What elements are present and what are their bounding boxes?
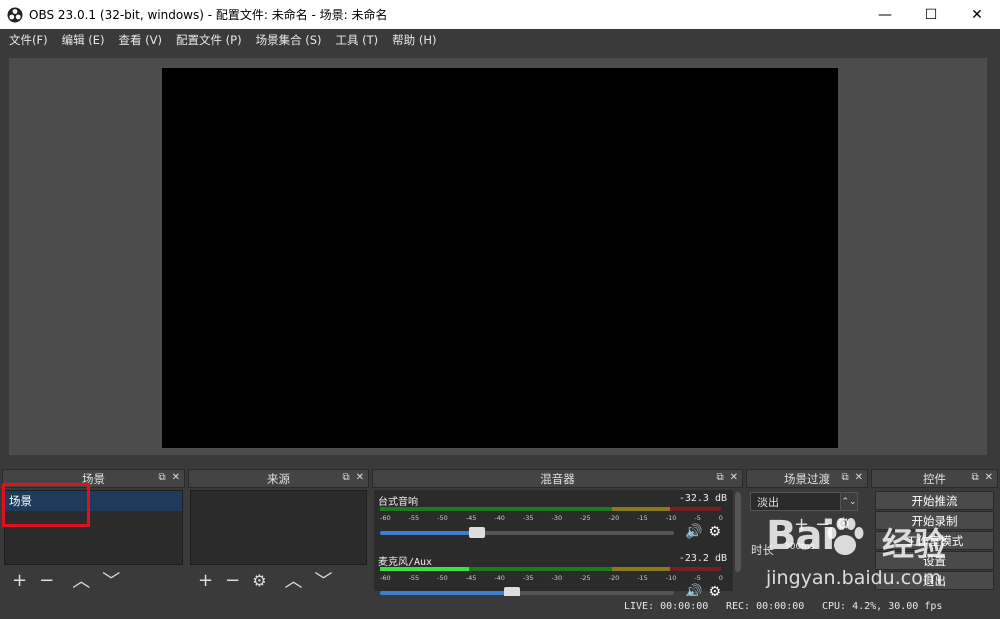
live-status: LIVE: 00:00:00: [624, 601, 709, 612]
remove-icon[interactable]: −: [225, 570, 240, 591]
mixer-scrollbar[interactable]: [735, 492, 741, 572]
channel-name: 台式音响: [378, 497, 418, 508]
meter-ticks: -60 -55 -50 -45 -40 -35 -30 -25 -20 -15 -10 -5 0: [380, 574, 723, 582]
channel-db: -32.3 dB: [678, 493, 727, 504]
close-icon[interactable]: ✕: [985, 472, 993, 483]
sources-toolbar: + − ⚙ ︿ ﹀: [190, 567, 367, 593]
move-down-icon[interactable]: ﹀: [102, 567, 120, 593]
float-icon[interactable]: ⧉: [716, 472, 723, 483]
sources-dock-title: 来源: [267, 471, 290, 486]
audio-meter: [380, 567, 721, 571]
preview-canvas[interactable]: [162, 68, 838, 448]
mixer-dock-title: 混音器: [540, 471, 575, 486]
baidu-watermark: Bai 经验 jingyan.baidu.com: [758, 507, 998, 601]
mixer-dock: 混音器 ⧉ ✕ 台式音响 -32.3 dB -60 -55 -50 -45 -40 -35…: [372, 469, 743, 600]
float-icon[interactable]: ⧉: [841, 472, 848, 483]
gear-icon[interactable]: ⚙: [708, 524, 721, 540]
channel-name: 麦克风/Aux: [378, 557, 433, 568]
volume-fill: [380, 591, 513, 595]
menu-edit[interactable]: 编辑 (E): [57, 32, 110, 48]
menu-view[interactable]: 查看 (V): [114, 32, 168, 48]
close-button[interactable]: ✕: [954, 0, 1000, 29]
close-icon[interactable]: ✕: [730, 472, 738, 483]
mixer-channel: 台式音响 -32.3 dB -60 -55 -50 -45 -40 -35 -30 -25 -2…: [378, 493, 727, 551]
transitions-dock-header: 场景过渡 ⧉ ✕: [746, 469, 868, 488]
minimize-button[interactable]: —: [862, 0, 908, 29]
highlight-annotation: [2, 483, 90, 527]
mixer-dock-header: 混音器 ⧉ ✕: [372, 469, 743, 488]
remove-icon[interactable]: −: [39, 570, 54, 591]
sources-list[interactable]: [190, 490, 367, 565]
title-bar: OBS 23.0.1 (32-bit, windows) - 配置文件: 未命名…: [0, 0, 1000, 29]
volume-slider[interactable]: [380, 527, 674, 538]
rec-status: REC: 00:00:00: [726, 601, 805, 612]
paw-icon: [827, 518, 864, 555]
menu-profile[interactable]: 配置文件 (P): [171, 32, 247, 48]
audio-meter: [380, 507, 721, 511]
controls-dock-header: 控件 ⧉ ✕: [871, 469, 998, 488]
float-icon[interactable]: ⧉: [342, 472, 349, 483]
close-icon[interactable]: ✕: [855, 472, 863, 483]
close-icon[interactable]: ✕: [172, 472, 180, 483]
speaker-icon[interactable]: 🔊: [685, 524, 702, 540]
volume-slider[interactable]: [380, 587, 674, 598]
volume-knob[interactable]: [469, 527, 486, 538]
move-up-icon[interactable]: ︿: [72, 567, 90, 593]
add-icon[interactable]: +: [198, 570, 213, 591]
meter-ticks: -60 -55 -50 -45 -40 -35 -30 -25 -20 -15 -10 -5 0: [380, 514, 723, 522]
sources-dock-header: 来源 ⧉ ✕: [188, 469, 369, 488]
maximize-button[interactable]: ☐: [908, 0, 954, 29]
add-icon[interactable]: +: [12, 570, 27, 591]
move-down-icon[interactable]: ﹀: [315, 567, 333, 593]
menu-bar: 文件(F) 编辑 (E) 查看 (V) 配置文件 (P) 场景集合 (S) 工具…: [0, 29, 1000, 51]
float-icon[interactable]: ⧉: [158, 472, 165, 483]
channel-db: -23.2 dB: [678, 553, 727, 564]
move-up-icon[interactable]: ︿: [285, 567, 303, 593]
watermark-cn: 经验: [882, 525, 947, 563]
menu-tools[interactable]: 工具 (T): [331, 32, 384, 48]
obs-logo-icon: [7, 7, 23, 22]
gear-icon[interactable]: ⚙: [252, 571, 266, 590]
cpu-status: CPU: 4.2%, 30.00 fps: [822, 601, 943, 612]
transitions-dock-title: 场景过渡: [784, 471, 830, 486]
mixer-panel: 台式音响 -32.3 dB -60 -55 -50 -45 -40 -35 -30 -25 -2…: [374, 490, 733, 600]
preview-area: [9, 58, 987, 455]
window-title: OBS 23.0.1 (32-bit, windows) - 配置文件: 未命名…: [29, 8, 388, 22]
scenes-toolbar: + − ︿ ﹀: [4, 567, 183, 593]
menu-scene-collection[interactable]: 场景集合 (S): [251, 32, 327, 48]
close-icon[interactable]: ✕: [356, 472, 364, 483]
menu-help[interactable]: 帮助 (H): [387, 32, 441, 48]
menu-file[interactable]: 文件(F): [4, 32, 53, 48]
volume-fill: [380, 531, 478, 535]
controls-dock-title: 控件: [923, 471, 946, 486]
float-icon[interactable]: ⧉: [971, 472, 978, 483]
sources-dock: 来源 ⧉ ✕ + − ⚙ ︿ ﹀: [188, 469, 369, 593]
watermark-url: jingyan.baidu.com: [766, 567, 942, 589]
